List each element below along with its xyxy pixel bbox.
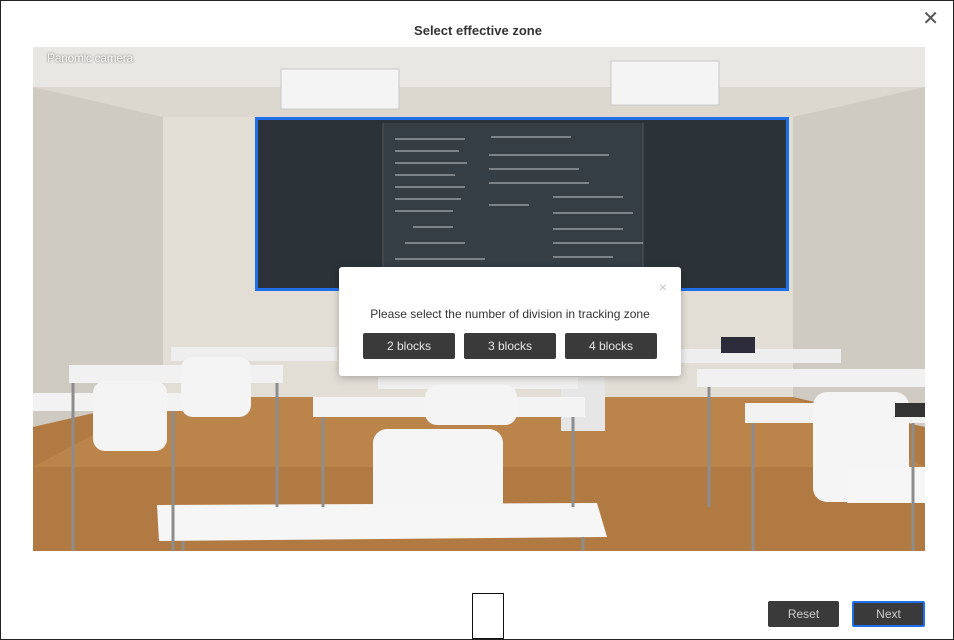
text-cursor-icon — [472, 593, 504, 639]
next-button[interactable]: Next — [852, 601, 925, 627]
division-dialog: × Please select the number of division i… — [339, 267, 681, 376]
camera-label: Panomic camera — [47, 51, 133, 65]
three-blocks-button[interactable]: 3 blocks — [464, 333, 556, 359]
two-blocks-button[interactable]: 2 blocks — [363, 333, 455, 359]
dialog-close-icon[interactable]: × — [659, 279, 667, 295]
reset-button[interactable]: Reset — [768, 601, 839, 627]
dialog-message: Please select the number of division in … — [370, 307, 650, 321]
four-blocks-button[interactable]: 4 blocks — [565, 333, 657, 359]
close-icon[interactable]: ✕ — [922, 9, 939, 29]
page-title: Select effective zone — [414, 23, 542, 38]
dialog-window: Select effective zone ✕ Panomic camera ×… — [0, 0, 954, 640]
tracking-zone-frame[interactable] — [255, 117, 789, 291]
